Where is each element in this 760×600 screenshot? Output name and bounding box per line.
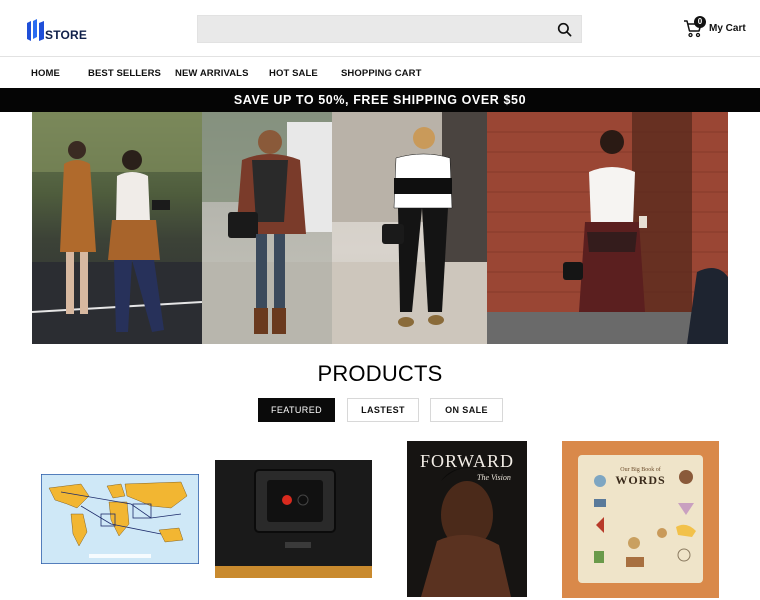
promo-banner: SAVE UP TO 50%, FREE SHIPPING OVER $50	[0, 88, 760, 112]
hero-panel-2	[202, 112, 332, 344]
hero-panel-4	[487, 112, 728, 344]
book-title: WORDS	[615, 473, 666, 487]
site-header: STORE 0 My Cart	[0, 0, 760, 57]
cart-icon: 0	[683, 16, 706, 38]
nav-item-home[interactable]: HOME	[31, 68, 60, 79]
hero-banner-image[interactable]	[32, 112, 728, 344]
store-logo[interactable]: STORE	[27, 17, 87, 41]
product-image-speaker-terminal[interactable]	[215, 460, 372, 578]
logo-text: STORE	[45, 28, 88, 42]
tab-on-sale[interactable]: ON SALE	[430, 398, 503, 422]
product-image-magazine[interactable]: FORWARD The Vision	[407, 441, 527, 597]
nav-item-new-arrivals[interactable]: NEW ARRIVALS	[175, 68, 249, 79]
nav-item-shopping-cart[interactable]: SHOPPING CART	[341, 68, 421, 79]
product-image-book[interactable]: Our Big Book of WORDS	[562, 441, 719, 598]
hero-panel-1	[32, 112, 202, 344]
magazine-subtitle: The Vision	[477, 473, 511, 482]
search-bar	[197, 15, 582, 43]
cart-count-badge: 0	[694, 16, 706, 28]
tab-lastest[interactable]: LASTEST	[347, 398, 419, 422]
tab-featured[interactable]: FEATURED	[258, 398, 335, 422]
search-icon[interactable]	[557, 22, 572, 37]
products-heading: PRODUCTS	[317, 361, 443, 386]
product-image-world-map[interactable]	[41, 474, 199, 564]
logo-icon	[27, 19, 44, 41]
main-nav: HOME BEST SELLERS NEW ARRIVALS HOT SALE …	[0, 58, 760, 88]
search-input[interactable]	[198, 16, 581, 42]
hero-panel-3	[332, 112, 487, 344]
cart-label: My Cart	[709, 22, 746, 34]
nav-item-hot-sale[interactable]: HOT SALE	[269, 68, 318, 79]
cart-button[interactable]: 0 My Cart	[683, 16, 746, 40]
magazine-title: FORWARD	[419, 451, 515, 471]
nav-item-best-sellers[interactable]: BEST SELLERS	[88, 68, 161, 79]
